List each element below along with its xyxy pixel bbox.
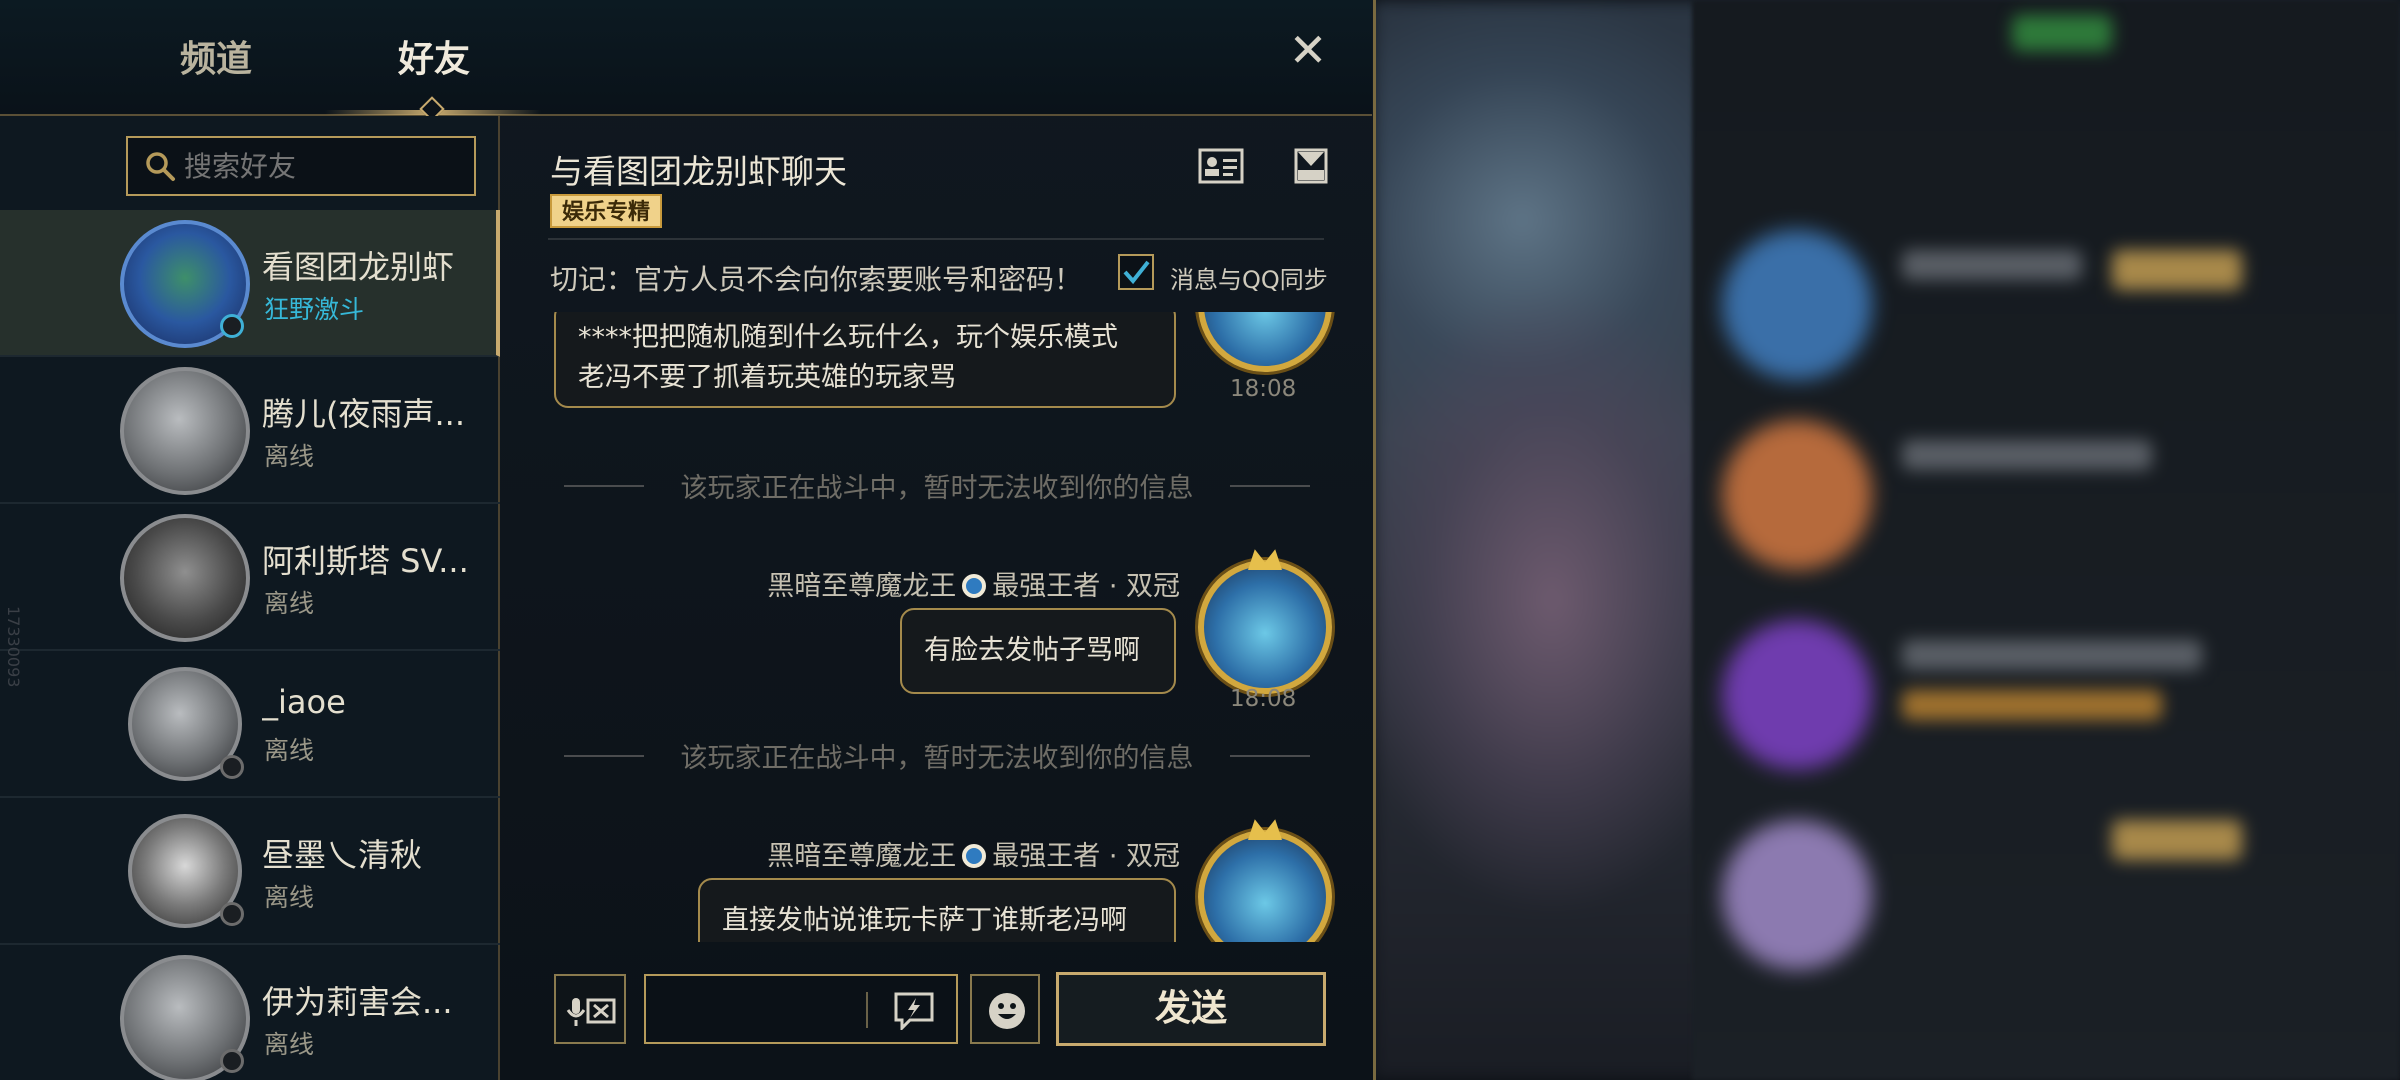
voice-to-text-icon (566, 998, 616, 1026)
close-icon[interactable]: ✕ (1288, 27, 1328, 73)
offline-status-icon (220, 902, 244, 926)
avatar (1198, 312, 1332, 372)
system-notice-text: 该玩家正在战斗中，暂时无法收到你的信息 (680, 743, 1194, 774)
tab-friends[interactable]: 好友 (398, 30, 470, 82)
qq-sync-checkbox[interactable] (1118, 254, 1154, 290)
friend-list: 看图团龙别虾 狂野激斗 腾儿(夜雨声... 离线 阿利斯塔 SV... 离线 _… (0, 116, 500, 1080)
search-box[interactable] (126, 136, 476, 196)
sender-rank: 最强王者 · 双冠 (992, 841, 1180, 872)
rank-icon (962, 574, 987, 598)
friend-status: 离线 (264, 589, 315, 618)
friend-name: 伊为莉害会... (262, 983, 453, 1021)
friend-name: 看图团龙别虾 (262, 248, 455, 286)
sender-info: 黑暗至尊魔龙王 最强王者 · 双冠 (767, 564, 1180, 603)
message-bubble: 有脸去发帖子骂啊 (900, 608, 1176, 694)
sender-name: 黑暗至尊魔龙王 (767, 571, 957, 602)
friend-name: 腾儿(夜雨声... (262, 395, 466, 433)
avatar (120, 367, 250, 495)
friend-name: 昼墨乀清秋 (262, 836, 423, 874)
offline-status-icon (220, 755, 244, 779)
emoji-icon (989, 993, 1025, 1029)
system-notice-text: 该玩家正在战斗中，暂时无法收到你的信息 (680, 473, 1194, 504)
system-notice: 该玩家正在战斗中，暂时无法收到你的信息 (564, 736, 1310, 776)
friend-status: 离线 (264, 883, 315, 912)
avatar (1198, 830, 1332, 942)
message-input-box[interactable] (644, 974, 958, 1044)
avatar (120, 514, 250, 642)
mail-icon[interactable] (1294, 148, 1328, 184)
friend-row[interactable]: 看图团龙别虾 狂野激斗 (0, 210, 500, 357)
friend-status: 离线 (264, 442, 315, 471)
message-list[interactable]: ****把把随机随到什么玩什么，玩个娱乐模式 老冯不要了抓着玩英雄的玩家骂 18… (548, 312, 1338, 942)
friend-status: 离线 (264, 736, 315, 765)
input-divider (866, 992, 868, 1028)
message-text: 直接发帖说谁玩卡萨丁谁斯老冯啊 (722, 905, 1127, 936)
tab-bar: 频道 好友 ✕ (0, 0, 1372, 122)
online-status-icon (220, 314, 244, 338)
side-watermark: 17330093 (4, 606, 23, 688)
system-notice: 该玩家正在战斗中，暂时无法收到你的信息 (564, 466, 1310, 506)
quick-message-icon[interactable] (892, 990, 936, 1030)
background-blurred-panel (1692, 0, 2400, 1080)
search-input[interactable] (184, 146, 464, 186)
friend-row[interactable]: 昼墨乀清秋 离线 (0, 798, 500, 945)
sender-rank: 最强王者 · 双冠 (992, 571, 1180, 602)
security-warning: 切记：官方人员不会向你索要账号和密码！ (550, 263, 1083, 296)
message-text: 老冯不要了抓着玩英雄的玩家骂 (578, 362, 956, 393)
chat-window: 频道 好友 ✕ 看图团龙别虾 狂野激斗 腾儿(夜雨声... 离线 阿利斯塔 S (0, 0, 1376, 1080)
friend-row[interactable]: 阿利斯塔 SV... 离线 (0, 504, 500, 651)
friend-status: 离线 (264, 1030, 315, 1059)
message-text: ****把把随机随到什么玩什么，玩个娱乐模式 (578, 322, 1118, 353)
message-time: 18:08 (1230, 686, 1297, 712)
voice-to-text-button[interactable] (554, 974, 626, 1044)
friend-row[interactable]: 腾儿(夜雨声... 离线 (0, 357, 500, 504)
friend-name: 阿利斯塔 SV... (262, 542, 469, 580)
message-bubble: ****把把随机随到什么玩什么，玩个娱乐模式 老冯不要了抓着玩英雄的玩家骂 (554, 312, 1176, 408)
profile-card-icon[interactable] (1198, 148, 1244, 184)
rank-icon (962, 844, 987, 868)
friend-name: _iaoe (262, 683, 346, 721)
message-time: 18:08 (1230, 376, 1297, 402)
offline-status-icon (220, 1049, 244, 1073)
emoji-button[interactable] (970, 974, 1040, 1044)
send-button[interactable]: 发送 (1056, 972, 1326, 1046)
message-bubble: 直接发帖说谁玩卡萨丁谁斯老冯啊 (698, 878, 1176, 942)
checkmark-icon (1123, 260, 1150, 285)
friend-status: 狂野激斗 (264, 295, 365, 324)
tab-channel[interactable]: 频道 (180, 30, 252, 82)
search-icon (146, 152, 175, 181)
friend-row[interactable]: 伊为莉害会... 离线 (0, 945, 500, 1080)
message-input[interactable] (656, 986, 876, 1034)
chat-title: 与看图团龙别虾聊天 (550, 152, 847, 191)
message-text: 有脸去发帖子骂啊 (924, 635, 1140, 666)
avatar (1198, 560, 1332, 694)
header-divider (548, 238, 1324, 240)
friend-row[interactable]: _iaoe 离线 (0, 651, 500, 798)
qq-sync-label: 消息与QQ同步 (1170, 266, 1328, 294)
sender-info: 黑暗至尊魔龙王 最强王者 · 双冠 (767, 834, 1180, 873)
friend-tag-badge: 娱乐专精 (550, 194, 663, 228)
sender-name: 黑暗至尊魔龙王 (767, 841, 957, 872)
